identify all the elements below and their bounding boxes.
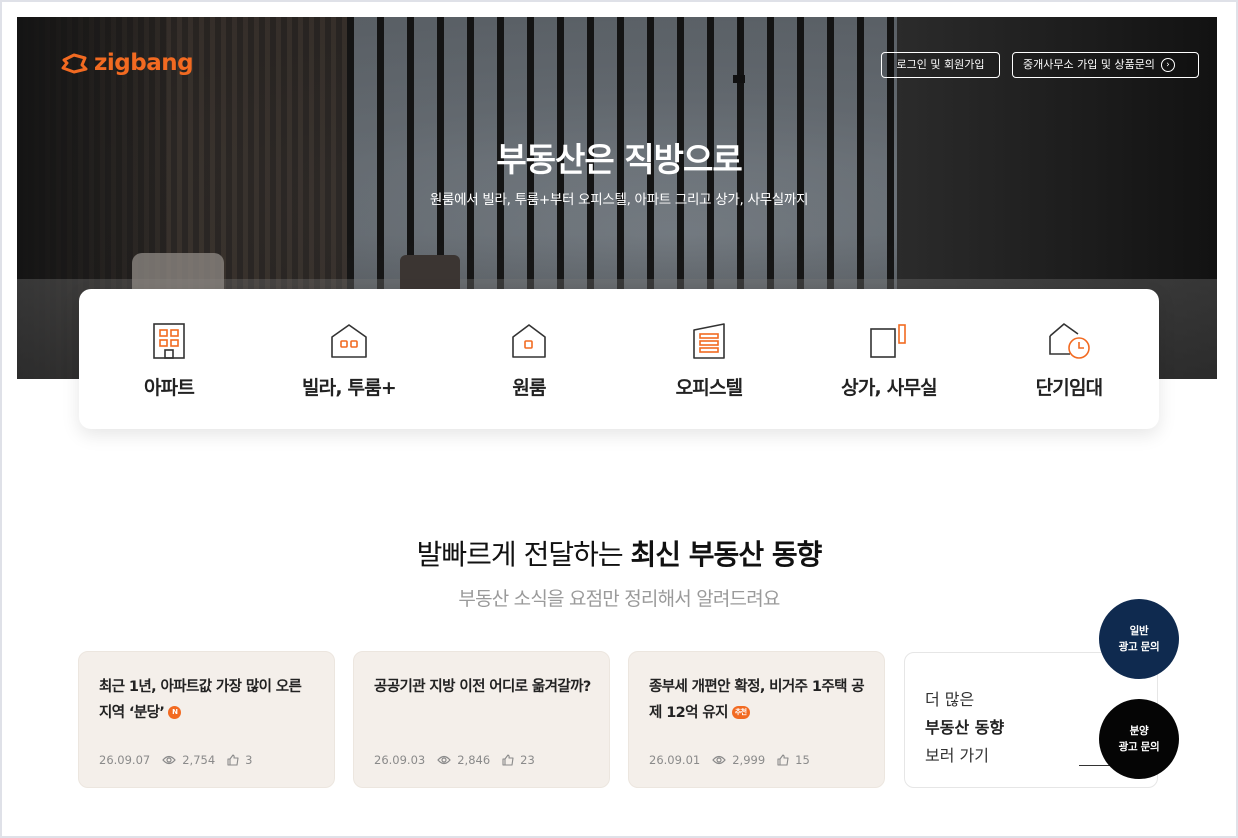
category-officetel[interactable]: 오피스텔 (619, 289, 799, 429)
general-ad-inquiry-button[interactable]: 일반 광고 문의 (1099, 599, 1179, 679)
news-likes: 15 (795, 753, 810, 767)
agent-signup-button[interactable]: 중개사무소 가입 및 상품문의 › (1012, 52, 1199, 78)
more-news-line2: 부동산 동향 (925, 718, 1005, 737)
hero-title: 부동산은 직방으로 (496, 140, 742, 179)
chevron-right-circle-icon: › (1160, 58, 1175, 72)
news-headline-text: 최근 1년, 아파트값 가장 많이 오른 지역 ‘분당’ (99, 679, 302, 721)
thumbs-up-icon (227, 754, 239, 766)
officetel-icon (687, 319, 731, 363)
news-card[interactable]: 공공기관 지방 이전 어디로 옮겨갈까? 26.09.03 2,846 23 (353, 651, 610, 788)
presale-ad-line1: 분양 (1129, 725, 1149, 737)
news-date: 26.09.03 (374, 753, 426, 767)
hero-bg-lamp-cord (738, 17, 740, 79)
news-meta: 26.09.01 2,999 15 (649, 753, 810, 767)
thumbs-up-icon (502, 754, 514, 766)
eye-icon (712, 755, 727, 765)
new-badge: N (168, 705, 182, 719)
category-label: 단기임대 (1035, 377, 1104, 399)
news-date: 26.09.01 (649, 753, 701, 767)
general-ad-line1: 일반 (1129, 625, 1149, 637)
login-signup-button[interactable]: 로그인 및 회원가입 (881, 52, 1000, 78)
news-headline-text: 공공기관 지방 이전 어디로 옮겨갈까? (374, 679, 591, 695)
news-card[interactable]: 최근 1년, 아파트값 가장 많이 오른 지역 ‘분당’ N 26.09.07 2… (78, 651, 335, 788)
category-villa[interactable]: 빌라, 투룸+ (259, 289, 439, 429)
login-signup-label: 로그인 및 회원가입 (896, 58, 985, 71)
news-headline-text: 종부세 개편안 확정, 비거주 1주택 공제 12억 유지 (649, 679, 865, 721)
eye-icon (162, 755, 177, 765)
news-likes: 3 (245, 753, 253, 767)
short-rent-icon (1047, 319, 1091, 363)
presale-ad-line2: 광고 문의 (1118, 741, 1160, 753)
news-card[interactable]: 종부세 개편안 확정, 비거주 1주택 공제 12억 유지 추천 26.09.01… (628, 651, 885, 788)
news-views: 2,999 (732, 753, 766, 767)
more-news-line3: 보러 가기 (925, 746, 989, 765)
news-date: 26.09.07 (99, 753, 151, 767)
category-card: 아파트 빌라, 투룸+ 원룸 오피스텔 상가, 사무실 단기임대 (79, 289, 1159, 429)
agent-signup-label: 중개사무소 가입 및 상품문의 (1023, 58, 1155, 71)
news-title-plain: 발빠르게 전달하는 (416, 538, 631, 571)
category-label: 원룸 (512, 377, 546, 399)
news-meta: 26.09.03 2,846 23 (374, 753, 535, 767)
category-short-rent[interactable]: 단기임대 (979, 289, 1159, 429)
zigbang-logo-text: zigbang (94, 50, 194, 76)
zigbang-logo[interactable]: zigbang (60, 50, 194, 76)
category-label: 아파트 (143, 377, 195, 399)
category-label: 오피스텔 (675, 377, 744, 399)
news-headline: 종부세 개편안 확정, 비거주 1주택 공제 12억 유지 추천 (649, 674, 867, 726)
category-label: 상가, 사무실 (841, 377, 937, 399)
news-headline: 최근 1년, 아파트값 가장 많이 오른 지역 ‘분당’ N (99, 674, 317, 726)
news-views: 2,754 (182, 753, 216, 767)
news-title-bold: 최신 부동산 동향 (630, 538, 823, 571)
general-ad-line2: 광고 문의 (1118, 641, 1160, 653)
presale-ad-inquiry-button[interactable]: 분양 광고 문의 (1099, 699, 1179, 779)
hero-subtitle: 원룸에서 빌라, 투룸+부터 오피스텔, 아파트 그리고 상가, 사무실까지 (429, 192, 809, 208)
hero-bg-lamp (733, 75, 745, 83)
category-apartment[interactable]: 아파트 (79, 289, 259, 429)
apartment-icon (147, 319, 191, 363)
recommend-badge: 추천 (731, 705, 750, 719)
news-meta: 26.09.07 2,754 3 (99, 753, 252, 767)
news-section-subtitle: 부동산 소식을 요점만 정리해서 알려드려요 (458, 588, 780, 610)
news-headline: 공공기관 지방 이전 어디로 옮겨갈까? (374, 674, 592, 700)
news-section-title: 발빠르게 전달하는 최신 부동산 동향 (0, 533, 1238, 573)
thumbs-up-icon (777, 754, 789, 766)
news-likes: 23 (520, 753, 535, 767)
zigbang-logo-icon (60, 52, 88, 74)
eye-icon (437, 755, 452, 765)
oneroom-icon (507, 319, 551, 363)
store-office-icon (867, 319, 911, 363)
category-oneroom[interactable]: 원룸 (439, 289, 619, 429)
news-views: 2,846 (457, 753, 491, 767)
more-news-line1: 더 많은 (925, 690, 975, 709)
villa-icon (327, 319, 371, 363)
category-label: 빌라, 투룸+ (301, 377, 397, 399)
category-store-office[interactable]: 상가, 사무실 (799, 289, 979, 429)
